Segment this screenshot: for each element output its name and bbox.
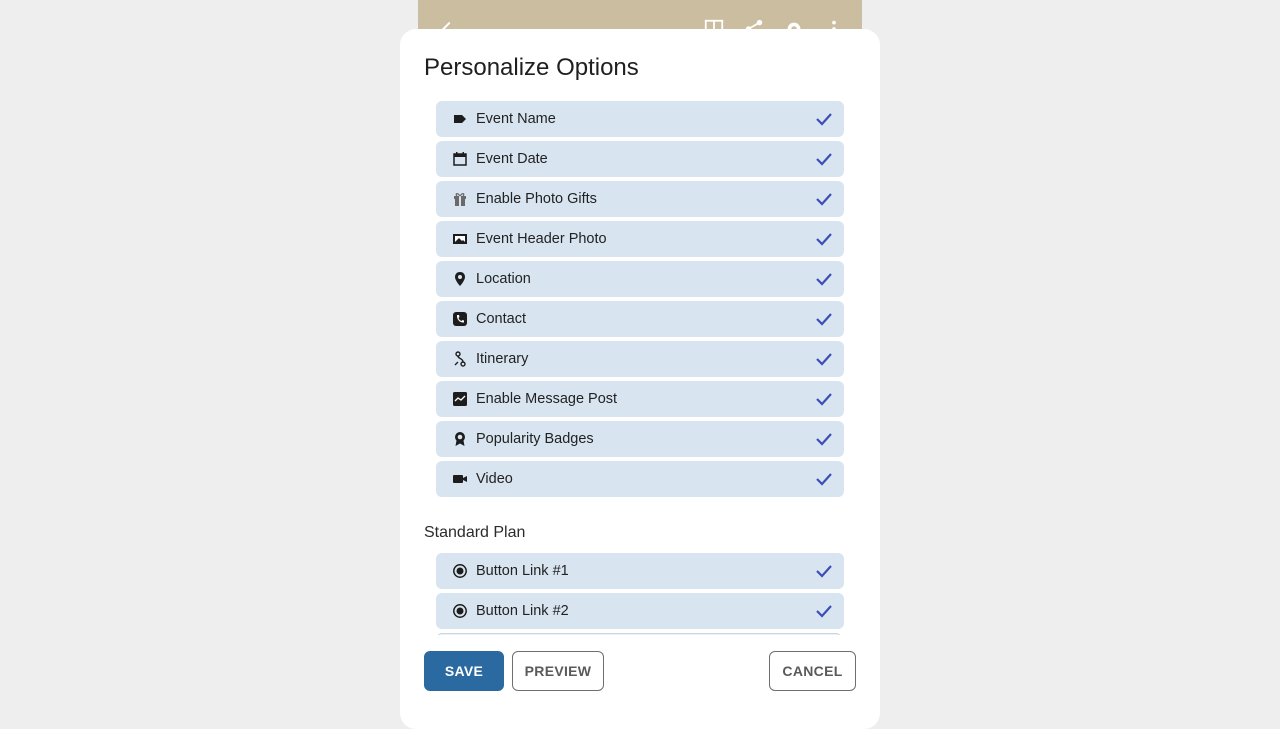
option-event-header-photo[interactable]: Event Header Photo (436, 221, 844, 257)
standard-plan-options-list: Button Link #1 Button Link #2 (436, 553, 844, 633)
option-label: Event Name (476, 111, 556, 127)
message-post-icon (453, 392, 467, 406)
check-icon (816, 193, 832, 206)
check-icon (816, 433, 832, 446)
check-icon (816, 473, 832, 486)
cancel-button[interactable]: CANCEL (769, 651, 856, 691)
gift-icon (454, 193, 466, 206)
option-label: Event Header Photo (476, 231, 607, 247)
check-icon (816, 273, 832, 286)
partially-visible-option[interactable] (436, 633, 842, 635)
check-icon (816, 393, 832, 406)
check-icon (816, 113, 832, 126)
check-icon (816, 233, 832, 246)
option-enable-photo-gifts[interactable]: Enable Photo Gifts (436, 181, 844, 217)
check-icon (816, 565, 832, 578)
option-button-link-1[interactable]: Button Link #1 (436, 553, 844, 589)
dialog-title: Personalize Options (424, 54, 639, 81)
route-icon (454, 351, 466, 367)
check-icon (816, 605, 832, 618)
option-label: Popularity Badges (476, 431, 594, 447)
option-label: Contact (476, 311, 526, 327)
photo-icon (453, 234, 467, 244)
preview-button[interactable]: PREVIEW (512, 651, 604, 691)
section-title-standard-plan: Standard Plan (424, 524, 526, 541)
option-button-link-2[interactable]: Button Link #2 (436, 593, 844, 629)
option-event-name[interactable]: Event Name (436, 101, 844, 137)
phone-icon (453, 312, 467, 326)
save-button[interactable]: SAVE (424, 651, 504, 691)
label-icon (454, 115, 466, 123)
check-icon (816, 353, 832, 366)
badge-icon (455, 432, 465, 446)
option-video[interactable]: Video (436, 461, 844, 497)
option-label: Enable Photo Gifts (476, 191, 597, 207)
option-label: Button Link #1 (476, 563, 569, 579)
option-location[interactable]: Location (436, 261, 844, 297)
personalize-options-dialog: Personalize Options Event Name Event Dat… (400, 29, 880, 729)
option-label: Enable Message Post (476, 391, 618, 407)
check-icon (816, 313, 832, 326)
option-event-date[interactable]: Event Date (436, 141, 844, 177)
option-popularity-badges[interactable]: Popularity Badges (436, 421, 844, 457)
option-label: Itinerary (476, 351, 529, 367)
check-icon (816, 153, 832, 166)
radio-button-icon (453, 564, 467, 578)
option-itinerary[interactable]: Itinerary (436, 341, 844, 377)
option-contact[interactable]: Contact (436, 301, 844, 337)
radio-button-icon (453, 604, 467, 618)
options-list: Event Name Event Date Enable Photo Gifts… (436, 101, 844, 501)
calendar-icon (453, 152, 467, 166)
location-pin-icon (455, 272, 465, 286)
option-label: Button Link #2 (476, 603, 569, 619)
options-scroll-area[interactable]: Event Name Event Date Enable Photo Gifts… (424, 99, 856, 635)
option-label: Event Date (476, 151, 548, 167)
option-enable-message-post[interactable]: Enable Message Post (436, 381, 844, 417)
option-label: Video (476, 471, 513, 487)
option-label: Location (476, 271, 531, 287)
video-camera-icon (453, 475, 467, 483)
